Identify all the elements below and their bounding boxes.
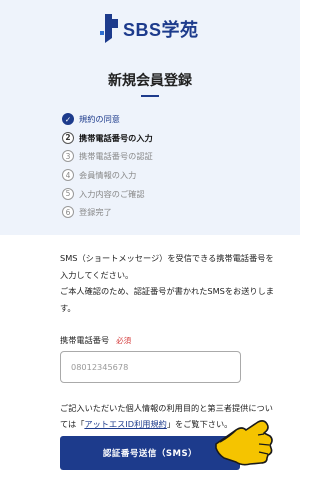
step-6: 6 登録完了 bbox=[62, 203, 153, 222]
step-1: ✓ 規約の同意 bbox=[62, 110, 153, 129]
step-4: 4 会員情報の入力 bbox=[62, 166, 153, 185]
step-number: 5 bbox=[62, 187, 74, 200]
check-icon: ✓ bbox=[62, 113, 74, 126]
step-label: 会員情報の入力 bbox=[79, 170, 137, 181]
step-5: 5 入力内容のご確認 bbox=[62, 184, 153, 203]
phone-label-text: 携帯電話番号 bbox=[60, 335, 110, 345]
step-label: 登録完了 bbox=[79, 207, 112, 218]
step-number: 2 bbox=[62, 131, 74, 144]
step-2: 2 携帯電話番号の入力 bbox=[62, 129, 153, 148]
title-underline bbox=[141, 95, 159, 97]
step-label: 携帯電話番号の認証 bbox=[79, 151, 153, 162]
step-number: 6 bbox=[62, 206, 74, 219]
terms-link[interactable]: アットエスID利用規約 bbox=[84, 419, 166, 429]
page-title: 新規会員登録 bbox=[108, 73, 192, 89]
step-label: 規約の同意 bbox=[79, 114, 120, 125]
header-band: SBS学苑 新規会員登録 ✓ 規約の同意 2 携帯電話番号の入力 3 携帯電話番… bbox=[0, 0, 300, 235]
step-number: 3 bbox=[62, 150, 74, 163]
description-line-1: SMS（ショートメッセージ）を受信できる携帯電話番号を入力してください。 bbox=[60, 253, 274, 280]
phone-field-label: 携帯電話番号 必須 bbox=[60, 334, 131, 346]
registration-steps: ✓ 規約の同意 2 携帯電話番号の入力 3 携帯電話番号の認証 4 会員情報の入… bbox=[62, 110, 153, 222]
description-line-2: ご本人確認のため、認証番号が書かれたSMSをお送りします。 bbox=[60, 286, 274, 313]
logo-mark-icon bbox=[100, 14, 118, 43]
step-3: 3 携帯電話番号の認証 bbox=[62, 147, 153, 166]
pointing-hand-icon bbox=[215, 420, 273, 466]
step-label: 携帯電話番号の入力 bbox=[79, 132, 153, 143]
brand-name: SBS学苑 bbox=[123, 20, 199, 40]
phone-number-input[interactable] bbox=[60, 351, 241, 383]
brand-logo[interactable]: SBS学苑 bbox=[100, 12, 199, 46]
step-number: 4 bbox=[62, 169, 74, 182]
step-label: 入力内容のご確認 bbox=[79, 188, 145, 199]
required-badge: 必須 bbox=[116, 335, 132, 345]
sms-description: SMS（ショートメッセージ）を受信できる携帯電話番号を入力してください。 ご本人… bbox=[60, 250, 275, 316]
